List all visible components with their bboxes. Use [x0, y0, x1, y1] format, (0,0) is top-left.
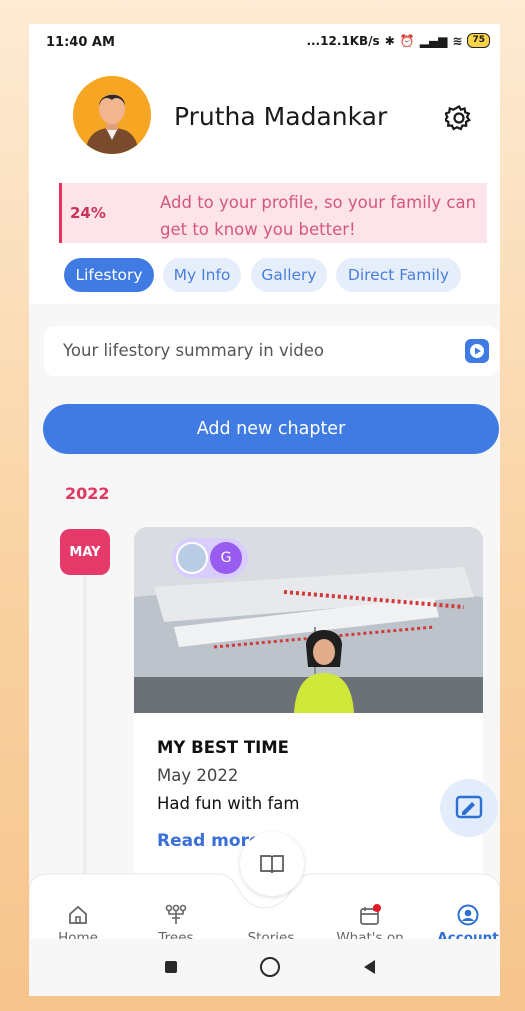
system-navigation-bar	[29, 939, 500, 996]
summary-placeholder: Your lifestory summary in video	[63, 341, 325, 360]
tree-icon	[165, 904, 187, 924]
gear-icon[interactable]	[443, 104, 473, 132]
completion-percent: 24%	[70, 204, 106, 222]
avatar[interactable]	[73, 76, 151, 154]
timeline-year: 2022	[65, 484, 110, 503]
phone-screen: 11:40 AM ...12.1KB/s ✱ ⏰ ▂▄▆ ≋ 75 Prutha…	[29, 24, 500, 996]
wifi-icon: ≋	[452, 33, 463, 48]
completion-message: Add to your profile, so your family can …	[160, 193, 477, 239]
chapter-date: May 2022	[157, 766, 239, 785]
status-time: 11:40 AM	[46, 35, 115, 50]
add-new-chapter-button[interactable]: Add new chapter	[43, 404, 499, 454]
lifestory-video-summary[interactable]: Your lifestory summary in video	[44, 326, 499, 376]
chapter-description: Had fun with fam	[157, 794, 300, 813]
signal-icon: ▂▄▆	[419, 33, 448, 48]
timeline-month-badge: MAY	[60, 529, 110, 575]
timeline-line	[83, 575, 87, 895]
profile-name: Prutha Madankar	[174, 102, 388, 131]
status-bar: 11:40 AM ...12.1KB/s ✱ ⏰ ▂▄▆ ≋ 75	[29, 24, 500, 62]
back-icon[interactable]	[362, 959, 376, 975]
tab-direct-family[interactable]: Direct Family	[336, 258, 461, 292]
tab-my-info[interactable]: My Info	[163, 258, 241, 292]
profile-completion-banner[interactable]: 24% Add to your profile, so your family …	[59, 183, 487, 243]
stories-button[interactable]	[240, 832, 304, 896]
network-speed: ...12.1KB/s	[306, 33, 380, 48]
battery-icon: 75	[467, 33, 490, 48]
alarm-icon: ⏰	[399, 33, 415, 48]
video-play-icon[interactable]	[465, 339, 489, 363]
recents-icon[interactable]	[165, 961, 177, 973]
book-icon	[260, 855, 284, 874]
tagged-photo-avatar	[176, 542, 208, 574]
user-avatar-icon	[73, 76, 151, 154]
tab-gallery[interactable]: Gallery	[251, 258, 327, 292]
calendar-icon	[360, 904, 381, 925]
tagged-initial-avatar: G	[210, 542, 242, 574]
edit-icon	[455, 795, 483, 819]
edit-chapter-button[interactable]	[440, 779, 498, 837]
tagged-people[interactable]: G	[172, 538, 248, 578]
tab-lifestory[interactable]: Lifestory	[64, 258, 154, 292]
status-icons: ...12.1KB/s ✱ ⏰ ▂▄▆ ≋ 75	[306, 33, 490, 48]
home-system-icon[interactable]	[260, 957, 280, 977]
bluetooth-icon: ✱	[384, 33, 395, 48]
chapter-title: MY BEST TIME	[157, 738, 289, 757]
account-icon	[457, 904, 479, 926]
home-icon	[69, 905, 87, 924]
chapter-photo: G	[134, 527, 483, 713]
